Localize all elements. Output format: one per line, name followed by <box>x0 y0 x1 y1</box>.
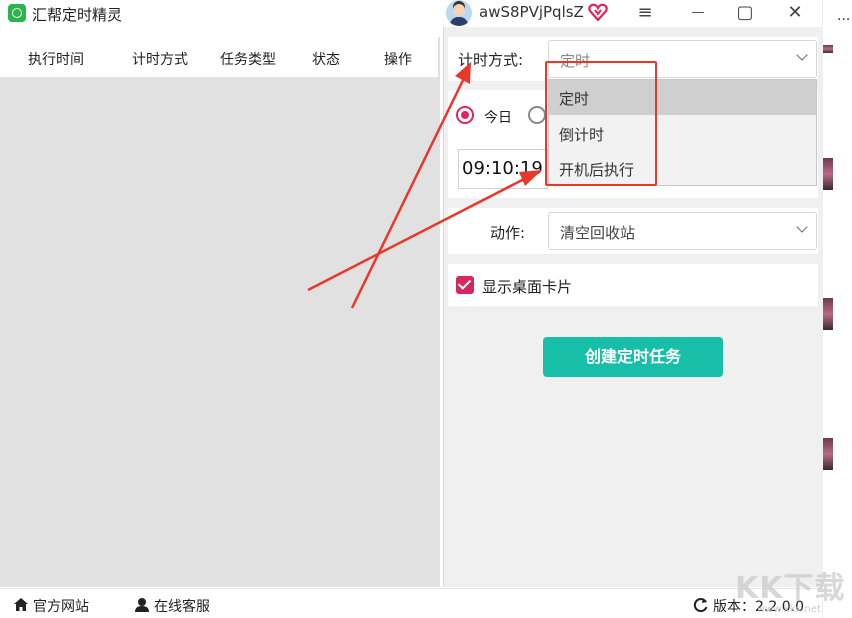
chevron-down-icon <box>796 49 807 60</box>
column-status[interactable]: 状态 <box>312 49 340 69</box>
show-card-checkbox[interactable] <box>456 276 474 294</box>
close-icon[interactable]: ✕ <box>784 2 806 24</box>
create-task-button[interactable]: 创建定时任务 <box>543 337 723 377</box>
show-card-label[interactable]: 显示桌面卡片 <box>482 276 572 297</box>
timing-mode-label: 计时方式: <box>458 49 523 70</box>
thumbnail-image <box>823 45 833 53</box>
thumbnail-image <box>823 298 833 330</box>
action-value: 清空回收站 <box>560 222 635 243</box>
maximize-icon[interactable]: ▢ <box>734 2 756 24</box>
action-label: 动作: <box>490 222 525 243</box>
thumbnail-image <box>823 438 833 470</box>
more-dots: ... <box>837 8 850 24</box>
home-icon <box>13 597 29 612</box>
chevron-down-icon <box>796 221 807 232</box>
menu-icon[interactable]: ≡ <box>634 2 656 24</box>
refresh-icon[interactable] <box>693 597 709 612</box>
vip-heart-icon[interactable] <box>588 3 608 21</box>
radio-today-label: 今日 <box>484 107 512 127</box>
online-service-link[interactable]: 在线客服 <box>154 596 210 616</box>
column-task-type[interactable]: 任务类型 <box>220 49 276 69</box>
action-row: 动作: 清空回收站 <box>448 208 818 254</box>
column-timing-mode[interactable]: 计时方式 <box>132 49 188 69</box>
official-website-link[interactable]: 官方网站 <box>33 596 89 616</box>
minimize-icon[interactable]: — <box>687 2 709 24</box>
username[interactable]: awS8PVjPqlsZ <box>479 3 584 21</box>
app-title: 汇帮定时精灵 <box>32 4 122 25</box>
thumbnail-image <box>823 158 833 190</box>
column-actions[interactable]: 操作 <box>384 49 412 69</box>
watermark-url: www.kkx.net <box>757 604 821 615</box>
status-bar: 官方网站 在线客服 版本：2.2.0.0 <box>0 588 822 618</box>
app-logo-icon <box>8 4 26 22</box>
column-exec-time[interactable]: 执行时间 <box>28 49 84 69</box>
radio-today[interactable] <box>456 106 474 124</box>
title-bar: 汇帮定时精灵 awS8PVjPqlsZ ≡ — ▢ ✕ <box>0 0 822 27</box>
watermark-logo: KK下载 <box>735 563 846 607</box>
time-value: 09:10:19 <box>462 158 543 179</box>
avatar[interactable] <box>446 0 472 26</box>
task-list-panel <box>0 37 440 587</box>
action-select[interactable]: 清空回收站 <box>548 212 817 250</box>
task-table-header: 执行时间 计时方式 任务类型 状态 操作 <box>0 37 438 77</box>
radio-other-date[interactable] <box>528 106 546 124</box>
user-service-icon <box>134 597 150 612</box>
time-input[interactable]: 09:10:19 <box>458 149 548 189</box>
annotation-highlight-box <box>545 61 657 186</box>
